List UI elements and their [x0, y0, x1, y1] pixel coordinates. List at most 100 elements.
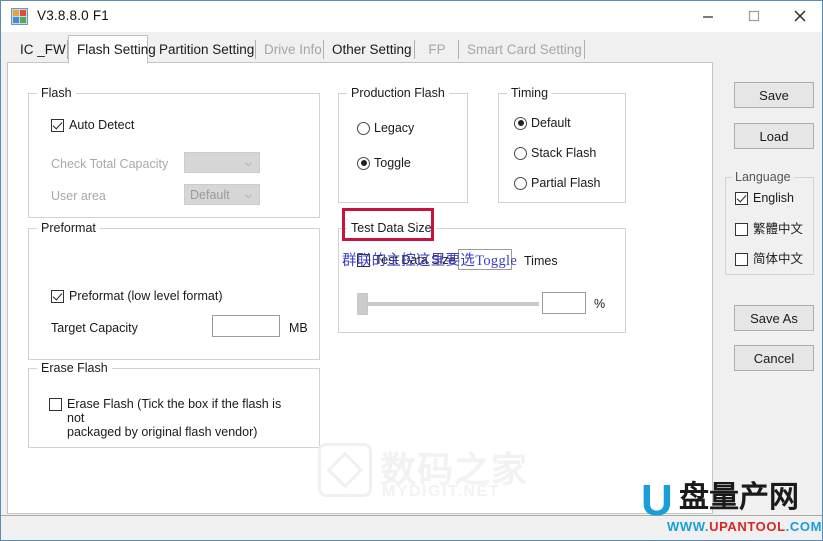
save-button[interactable]: Save	[734, 82, 814, 108]
user-area-label: User area	[51, 189, 106, 203]
radio-stack-flash[interactable]: Stack Flash	[514, 146, 596, 160]
tab-label: Drive Info	[264, 42, 322, 57]
target-capacity-input[interactable]	[212, 315, 280, 337]
language-simplified-chinese-checkbox[interactable]: 简体中文	[735, 252, 803, 266]
tab-smart-card-setting[interactable]: Smart Card Setting	[459, 37, 585, 63]
title-bar: V3.8.8.0 F1	[1, 1, 822, 33]
check-total-capacity-label: Check Total Capacity	[51, 157, 169, 171]
production-flash-group: Production Flash Legacy Toggle	[338, 86, 468, 203]
language-traditional-chinese-checkbox[interactable]: 繁體中文	[735, 222, 803, 236]
logo-url: WWW.UPANTOOL.COM	[667, 519, 822, 534]
radio-circle	[357, 121, 370, 135]
preformat-group-title: Preformat	[37, 221, 100, 235]
times-label: Times	[524, 254, 558, 268]
logo-url-name: UPANTOOL	[709, 519, 786, 534]
upantool-logo: U 盘量产网 WWW.UPANTOOL.COM	[641, 479, 821, 535]
language-group-title: Language	[732, 170, 794, 184]
test-data-size-slider-thumb[interactable]	[357, 293, 368, 315]
radio-label: Partial Flash	[531, 176, 601, 190]
test-data-size-percent-input[interactable]	[542, 292, 586, 314]
checkbox-box	[735, 253, 748, 266]
timing-group: Timing Default Stack Flash Partial Flash	[498, 86, 626, 203]
checkbox-box	[735, 223, 748, 236]
logo-u-mark: U	[641, 476, 673, 525]
house-watermark-icon	[318, 443, 372, 497]
chevron-down-icon	[245, 161, 252, 166]
watermark-en-text: MYDIGIT.NET	[382, 483, 500, 500]
tab-label: IC _FW	[20, 42, 66, 57]
checkbox-box	[735, 192, 748, 205]
checkbox-box	[49, 398, 62, 411]
radio-circle	[514, 176, 527, 190]
radio-label: Legacy	[374, 121, 415, 135]
tab-label: Other Setting	[332, 42, 412, 57]
annotation-text: 群联的主控这里要选Toggle	[342, 253, 518, 269]
user-area-combo[interactable]: Default	[184, 184, 260, 205]
preformat-checkbox[interactable]: Preformat (low level format)	[51, 289, 223, 303]
radio-circle	[357, 156, 370, 170]
app-blocks-icon	[11, 8, 28, 25]
radio-label: Stack Flash	[531, 146, 597, 160]
logo-cn-text: 盘量产网	[679, 480, 799, 515]
tab-label: FP	[428, 42, 446, 57]
tab-other-setting[interactable]: Other Setting	[324, 37, 415, 63]
check-total-capacity-combo[interactable]	[184, 152, 260, 173]
radio-legacy[interactable]: Legacy	[357, 121, 414, 135]
language-english-checkbox[interactable]: English	[735, 191, 794, 205]
tab-fp[interactable]: FP	[415, 37, 459, 63]
tab-label: Flash Setting	[77, 42, 156, 57]
radio-label: Default	[531, 116, 571, 130]
radio-circle	[514, 116, 527, 130]
flash-group: Flash Auto Detect Check Total Capacity U…	[28, 86, 320, 218]
target-capacity-unit: MB	[289, 321, 308, 335]
erase-flash-group-title: Erase Flash	[37, 361, 112, 375]
close-icon[interactable]	[777, 1, 822, 31]
timing-group-title: Timing	[507, 86, 553, 100]
tab-partition-setting[interactable]: Partition Setting	[151, 37, 256, 63]
erase-flash-group: Erase Flash Erase Flash (Tick the box if…	[28, 361, 320, 448]
auto-detect-checkbox[interactable]: Auto Detect	[51, 118, 134, 132]
tab-strip: IC _FW Flash Setting Partition Setting D…	[1, 32, 822, 64]
test-data-size-slider-track[interactable]	[359, 302, 539, 306]
application-window: V3.8.8.0 F1 IC _FW Flash Setting Partiti…	[0, 0, 823, 541]
watermark-cn-text: 数码之家	[380, 450, 529, 491]
tab-drive-info[interactable]: Drive Info	[256, 37, 324, 63]
toggle-highlight-box	[342, 208, 434, 241]
erase-flash-checkbox[interactable]: Erase Flash (Tick the box if the flash i…	[49, 397, 299, 439]
logo-url-suffix: .COM	[785, 519, 822, 534]
tab-ic-fw[interactable]: IC _FW	[12, 37, 68, 63]
preformat-group: Preformat Preformat (low level format) T…	[28, 221, 320, 360]
right-sidebar: Save Load Language English 繁體中文 简体中文 Sav…	[715, 62, 821, 514]
save-as-button[interactable]: Save As	[734, 305, 814, 331]
auto-detect-label: Auto Detect	[69, 118, 135, 132]
minimize-icon[interactable]	[685, 1, 731, 31]
flash-group-title: Flash	[37, 86, 76, 100]
language-label: English	[753, 191, 794, 205]
language-label: 简体中文	[753, 252, 804, 266]
logo-url-prefix: WWW.	[667, 519, 710, 534]
combo-value: Default	[190, 187, 230, 202]
language-label: 繁體中文	[753, 222, 804, 236]
mydigit-watermark: 数码之家 MYDIGIT.NET	[318, 441, 528, 503]
cancel-button[interactable]: Cancel	[734, 345, 814, 371]
window-title: V3.8.8.0 F1	[37, 8, 109, 23]
chevron-down-icon	[245, 193, 252, 198]
checkbox-box	[51, 119, 64, 132]
tab-label: Smart Card Setting	[467, 42, 582, 57]
preformat-label: Preformat (low level format)	[69, 289, 223, 303]
checkbox-box	[51, 290, 64, 303]
maximize-icon[interactable]	[731, 1, 777, 31]
erase-flash-label: Erase Flash (Tick the box if the flash i…	[67, 397, 282, 439]
load-button[interactable]: Load	[734, 123, 814, 149]
tab-content-flash-setting: Flash Auto Detect Check Total Capacity U…	[7, 62, 713, 514]
tab-flash-setting[interactable]: Flash Setting	[68, 35, 156, 64]
target-capacity-label: Target Capacity	[51, 321, 138, 335]
radio-toggle[interactable]: Toggle	[357, 156, 411, 170]
language-group: Language English 繁體中文 简体中文	[725, 170, 814, 275]
radio-circle	[514, 146, 527, 160]
radio-label: Toggle	[374, 156, 411, 170]
production-flash-group-title: Production Flash	[347, 86, 449, 100]
test-data-size-group: Test Data Size Test Data Size Times %	[338, 221, 626, 333]
radio-default[interactable]: Default	[514, 116, 571, 130]
radio-partial-flash[interactable]: Partial Flash	[514, 176, 600, 190]
